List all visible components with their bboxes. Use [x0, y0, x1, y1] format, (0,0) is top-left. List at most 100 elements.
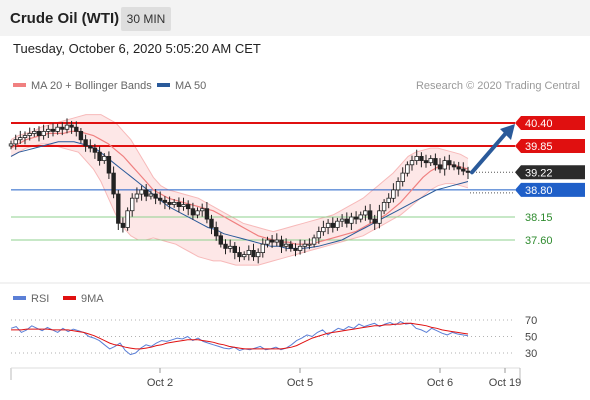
- candle-body: [111, 172, 116, 195]
- candle-body: [363, 210, 368, 216]
- candle-body: [269, 239, 275, 243]
- candle-body: [349, 216, 354, 224]
- candle-body: [377, 210, 382, 224]
- candle-body: [195, 210, 200, 216]
- candle-body: [32, 130, 37, 134]
- level-label-39.22: 39.22: [525, 167, 553, 179]
- candle-body: [353, 216, 359, 220]
- candle-body: [442, 160, 447, 170]
- candle-body: [405, 164, 410, 174]
- candle-body: [209, 218, 214, 228]
- candle-body: [386, 197, 391, 203]
- candle-body: [46, 128, 51, 132]
- candle-body: [325, 222, 331, 228]
- candle-body: [255, 252, 261, 258]
- candle-body: [120, 222, 126, 228]
- candle-body: [344, 218, 349, 224]
- rsi-level-label-50: 50: [525, 332, 537, 344]
- candle-body: [330, 222, 335, 228]
- candle-body: [409, 160, 415, 166]
- candle-body: [451, 164, 457, 168]
- candle-body: [302, 243, 307, 247]
- candle-body: [129, 197, 135, 212]
- x-tick-label: Oct 5: [287, 377, 313, 389]
- candle-body: [148, 193, 154, 197]
- candle-body: [190, 208, 196, 216]
- level-label-38.15: 38.15: [525, 212, 553, 224]
- candle-body: [237, 252, 242, 258]
- candle-body: [321, 227, 326, 233]
- candle-body: [311, 237, 317, 245]
- candle-body: [60, 126, 65, 130]
- candle-body: [433, 158, 438, 166]
- candle-body: [339, 218, 345, 222]
- candle-body: [447, 160, 452, 166]
- candle-body: [125, 210, 130, 228]
- candle-body: [13, 139, 18, 145]
- candle-body: [283, 243, 289, 247]
- candle-body: [213, 227, 219, 237]
- candle-body: [92, 147, 98, 153]
- x-tick-label: Oct 6: [427, 377, 453, 389]
- price-chart: 40.40 39.85 39.22 38.80 38.15 37.60 70 50 30 Oct …: [0, 114, 590, 389]
- candle-body: [83, 139, 88, 147]
- rsi-level-label-30: 30: [525, 348, 537, 360]
- rsi-level-label-70: 70: [525, 315, 537, 327]
- level-label-38.80: 38.80: [525, 185, 553, 197]
- candle-body: [181, 204, 186, 207]
- candle-body: [88, 145, 93, 149]
- candle-body: [106, 155, 112, 174]
- candle-body: [274, 239, 279, 243]
- level-label-37.60: 37.60: [525, 235, 553, 247]
- candle-body: [143, 189, 149, 197]
- candle-body: [400, 172, 405, 182]
- candle-body: [395, 181, 401, 191]
- candle-body: [419, 155, 424, 161]
- candle-body: [102, 155, 107, 161]
- candle-body: [358, 214, 363, 220]
- candle-body: [167, 201, 172, 205]
- candle-body: [50, 128, 56, 132]
- candle-body: [74, 126, 79, 132]
- rsi-ma9-line: [11, 322, 469, 350]
- candle-body: [116, 193, 121, 224]
- candle-body: [176, 201, 182, 207]
- candle-body: [171, 201, 177, 205]
- candle-body: [41, 130, 46, 136]
- candle-body: [461, 168, 466, 172]
- candle-body: [372, 218, 377, 224]
- candle-body: [157, 197, 163, 201]
- candle-body: [251, 249, 256, 258]
- candle-body: [185, 204, 191, 210]
- candle-body: [414, 155, 419, 161]
- candle-body: [241, 254, 247, 258]
- candle-body: [335, 220, 340, 228]
- candle-body: [316, 231, 321, 239]
- candle-body: [22, 135, 28, 138]
- candle-body: [69, 124, 74, 128]
- candle-body: [428, 158, 433, 164]
- level-label-40.40: 40.40: [525, 118, 553, 130]
- candle-body: [27, 132, 32, 136]
- candle-body: [218, 235, 223, 245]
- candle-body: [97, 151, 102, 161]
- candle-body: [260, 243, 265, 253]
- candle-body: [223, 243, 228, 249]
- candle-body: [78, 130, 84, 141]
- level-label-39.85: 39.85: [525, 141, 553, 153]
- candle-body: [367, 210, 373, 220]
- candle-body: [162, 199, 168, 203]
- candle-body: [423, 160, 429, 164]
- candle-body: [64, 124, 70, 130]
- candle-body: [153, 193, 158, 199]
- candle-body: [8, 143, 14, 147]
- candle-body: [246, 249, 251, 255]
- candle-body: [18, 137, 23, 141]
- candle-body: [456, 166, 461, 170]
- candle-body: [265, 239, 270, 245]
- candle-body: [139, 189, 144, 195]
- candle-body: [293, 247, 298, 251]
- candle-body: [391, 189, 396, 199]
- x-tick-label: Oct 19: [489, 377, 521, 389]
- candle-body: [232, 245, 237, 254]
